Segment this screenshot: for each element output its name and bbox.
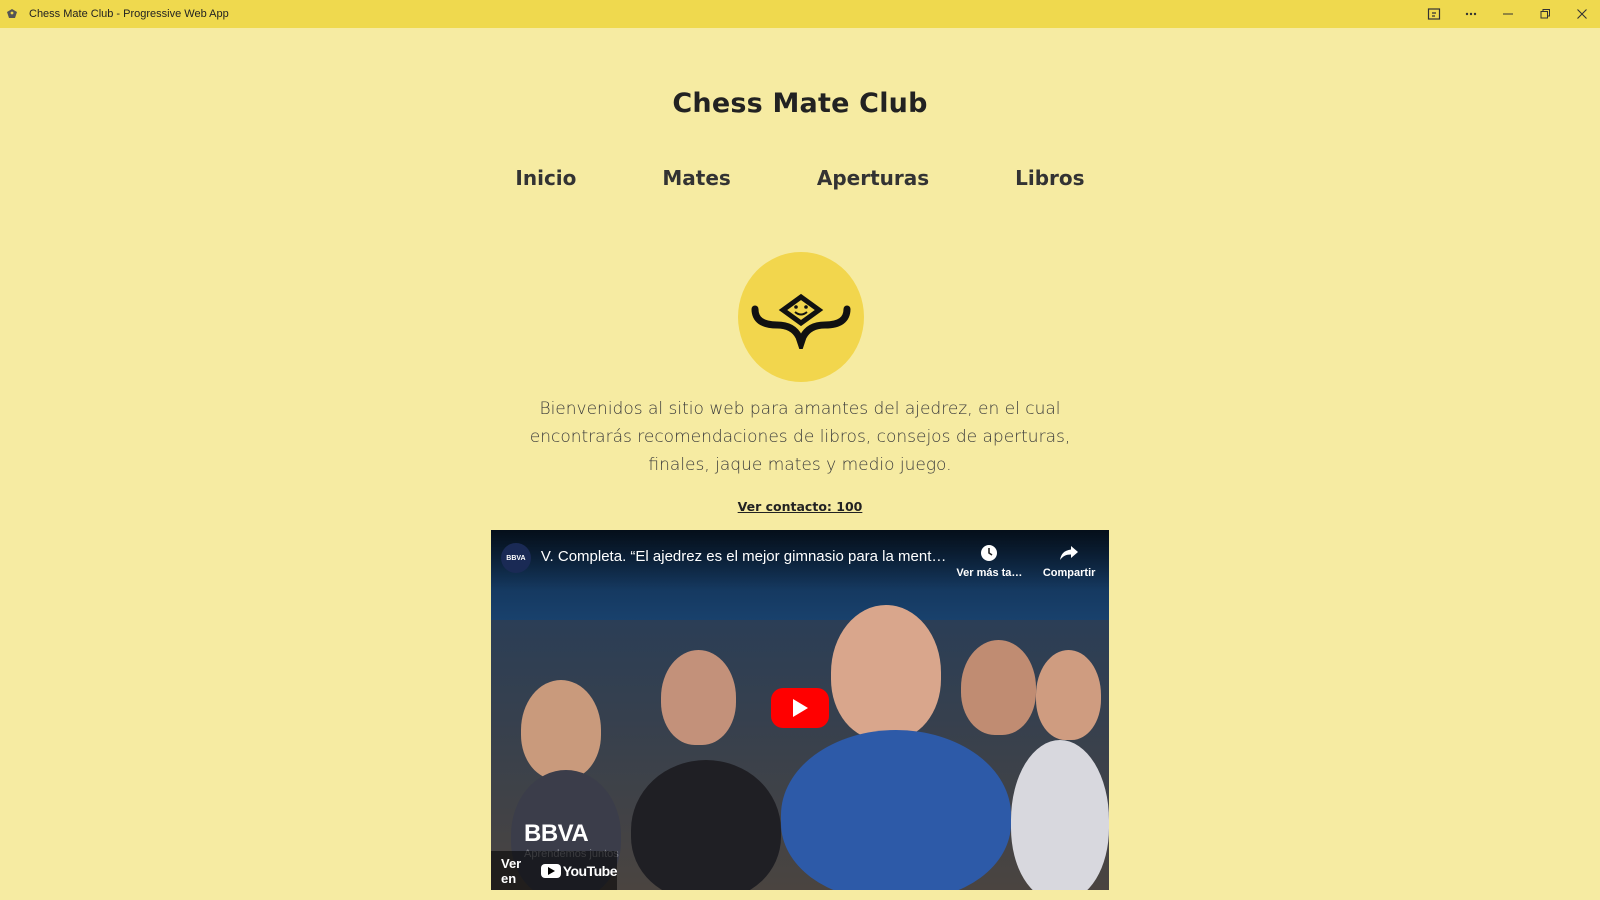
watch-on-youtube-button[interactable]: Ver en YouTube (491, 851, 618, 890)
watch-on-label: Ver en (501, 855, 522, 886)
share-label: Compartir (1042, 567, 1096, 579)
watch-later-label: Ver más ta… (956, 567, 1023, 579)
club-logo (738, 252, 864, 382)
video-title[interactable]: V. Completa. “El ajedrez es el mejor gim… (541, 548, 950, 565)
contact-wrapper: Ver contacto: 100 (0, 498, 1600, 516)
thumbnail-person (631, 760, 781, 890)
minimize-button[interactable] (1489, 0, 1526, 28)
window-title: Chess Mate Club - Progressive Web App (29, 8, 229, 20)
nav-item-libros[interactable]: Libros (1015, 166, 1084, 190)
thumbnail-person (781, 730, 1011, 890)
share-button[interactable]: Compartir (1029, 542, 1109, 579)
page-content: Chess Mate Club Inicio Mates Aperturas L… (0, 28, 1600, 900)
restore-button[interactable] (1526, 0, 1563, 28)
thumbnail-person (831, 605, 941, 740)
watch-later-button[interactable]: Ver más ta… (950, 542, 1030, 579)
share-icon (1060, 546, 1079, 560)
youtube-embed[interactable]: BBVA V. Completa. “El ajedrez es el mejo… (491, 530, 1109, 890)
thumbnail-person (1011, 740, 1109, 890)
close-button[interactable] (1563, 0, 1600, 28)
app-icon (5, 7, 19, 21)
contact-link[interactable]: Ver contacto: 100 (738, 499, 863, 514)
more-options-icon[interactable] (1452, 0, 1489, 28)
thumbnail-person (1036, 650, 1101, 740)
window-titlebar: Chess Mate Club - Progressive Web App (0, 0, 1600, 28)
youtube-wordmark: YouTube (562, 862, 618, 879)
thumbnail-person (661, 650, 736, 745)
chess-smile-icon (751, 293, 851, 349)
brand-watermark: BBVA (524, 820, 589, 847)
play-icon (793, 699, 808, 717)
app-info-icon[interactable] (1415, 0, 1452, 28)
clock-icon (981, 545, 998, 561)
youtube-logo: YouTube (540, 862, 618, 879)
site-title: Chess Mate Club (672, 88, 928, 119)
video-header: BBVA V. Completa. “El ajedrez es el mejo… (491, 530, 1109, 590)
nav-item-inicio[interactable]: Inicio (515, 166, 576, 190)
channel-avatar[interactable]: BBVA (501, 543, 531, 573)
youtube-icon (540, 863, 561, 878)
main-nav: Inicio Mates Aperturas Libros (0, 166, 1600, 190)
nav-item-mates[interactable]: Mates (662, 166, 730, 190)
thumbnail-person (521, 680, 601, 780)
thumbnail-person (961, 640, 1036, 735)
play-button[interactable] (771, 688, 829, 728)
welcome-text: Bienvenidos al sitio web para amantes de… (529, 399, 1071, 475)
nav-item-aperturas[interactable]: Aperturas (817, 166, 929, 190)
